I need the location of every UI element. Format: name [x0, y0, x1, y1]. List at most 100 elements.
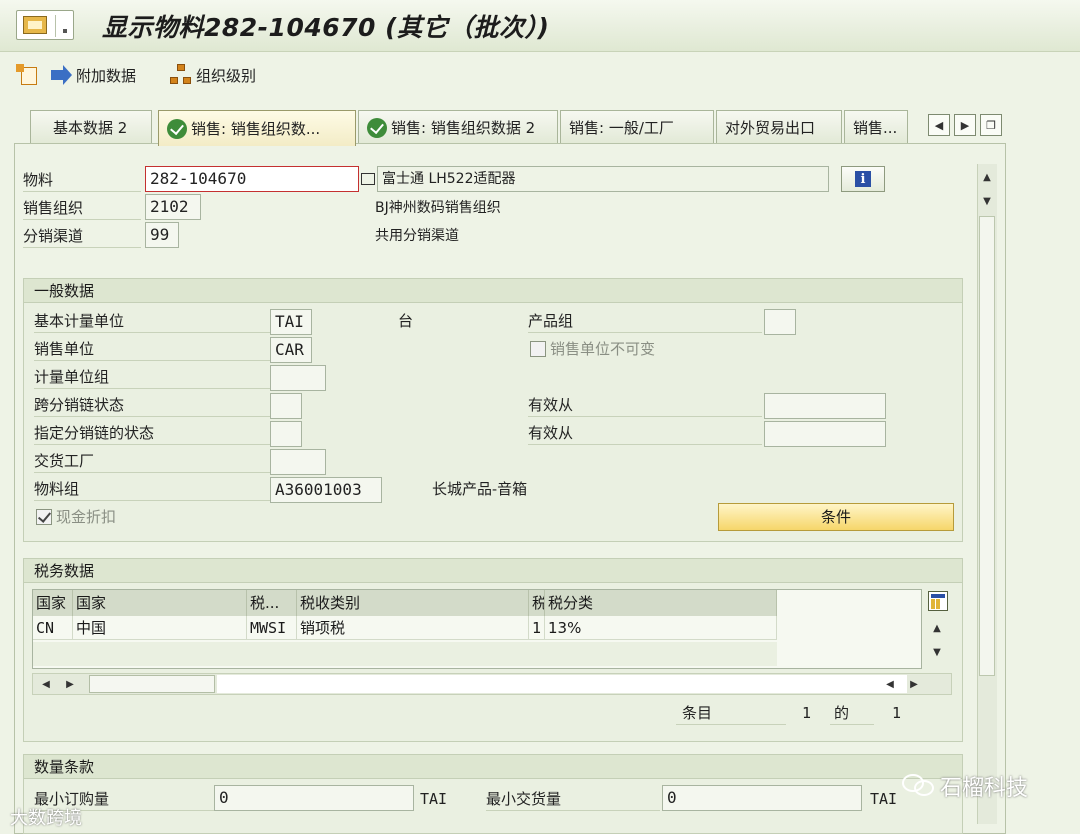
application-toolbar: 附加数据 组织级别 [0, 54, 1080, 96]
column-header[interactable]: 税... [247, 590, 297, 616]
tab-label: 对外贸易出口 [725, 119, 816, 137]
column-header[interactable]: 税 [529, 590, 545, 616]
material-field[interactable]: 282-104670 [145, 166, 359, 192]
min-delivery-label: 最小交货量 [486, 787, 660, 811]
base-uom-text: 台 [398, 312, 414, 330]
horizontal-scrollbar[interactable]: ◀ ▶ ◀ ▶ [32, 673, 952, 695]
product-group-label: 产品组 [528, 309, 762, 333]
tab-sales-general-plant[interactable]: 销售: 一般/工厂 [560, 110, 714, 144]
delivery-plant-field[interactable] [270, 449, 326, 475]
scroll-down-icon[interactable]: ▼ [928, 643, 946, 661]
tab-scroll-left-button[interactable]: ◀ [928, 114, 950, 136]
material-group-description: 长城产品-音箱 [432, 480, 528, 498]
sales-unit-field[interactable]: CAR [270, 337, 312, 363]
create-document-button[interactable] [16, 62, 44, 88]
tax-data-group: 税务数据 国家 国家 税... 税收类别 税 税分类 CN 中国 MWSI 销项… [23, 558, 963, 742]
watermark-right: 石榴科技 [940, 776, 1029, 801]
tab-sales-org-2[interactable]: 销售: 销售组织数据 2 [358, 110, 558, 144]
dist-channel-field[interactable]: 99 [145, 222, 179, 248]
x-chain-status-label: 跨分销链状态 [34, 393, 270, 417]
cash-discount-label: 现金折扣 [56, 508, 117, 526]
uom-group-label: 计量单位组 [34, 365, 270, 389]
column-header[interactable]: 国家 [33, 590, 73, 616]
delivery-plant-label: 交货工厂 [34, 449, 270, 473]
table-row[interactable]: CN 中国 MWSI 销项税 1 13% [33, 616, 777, 640]
tab-list-button[interactable]: ❐ [980, 114, 1002, 136]
tab-content-panel: 物料 282-104670 富士通 LH522适配器 i 销售组织 2102 B… [14, 143, 1006, 834]
arrow-right-icon [50, 64, 72, 86]
min-delivery-unit: TAI [870, 790, 898, 808]
uom-group-field[interactable] [270, 365, 326, 391]
sales-org-field[interactable]: 2102 [145, 194, 201, 220]
entries-label: 条目 [676, 701, 786, 725]
chain-status-label: 指定分销链的状态 [34, 421, 270, 445]
tab-basic-data-2[interactable]: 基本数据 2 [30, 110, 152, 144]
entry-current: 1 [802, 704, 812, 722]
wechat-icon [900, 770, 940, 800]
entry-total: 1 [892, 704, 902, 722]
base-uom-field[interactable]: TAI [270, 309, 312, 335]
general-data-group: 一般数据 基本计量单位 TAI 台 产品组 销售单位 CAR 销售单位不可变 计… [23, 278, 963, 542]
scroll-right-icon[interactable]: ▶ [905, 675, 923, 693]
quantity-title: 数量条款 [24, 755, 962, 779]
conditions-button[interactable]: 条件 [718, 503, 954, 531]
info-button[interactable]: i [841, 166, 885, 192]
scroll-down-icon[interactable]: ▼ [978, 192, 996, 210]
sales-unit-fixed-checkbox[interactable] [530, 341, 546, 357]
tab-list-icon: ❐ [986, 118, 996, 132]
table-cell: MWSI [247, 616, 297, 640]
material-group-label: 物料组 [34, 477, 270, 501]
additional-data-button[interactable]: 附加数据 [50, 62, 136, 88]
column-header[interactable]: 税分类 [545, 590, 777, 616]
scroll-thumb[interactable] [89, 675, 215, 693]
tab-label: 基本数据 2 [53, 119, 128, 137]
cash-discount-checkbox[interactable] [36, 509, 52, 525]
scroll-right-icon[interactable]: ▶ [61, 675, 79, 693]
org-hierarchy-icon [170, 64, 192, 86]
check-icon [367, 117, 387, 138]
dist-channel-label: 分销渠道 [23, 224, 141, 248]
min-order-unit: TAI [420, 790, 448, 808]
valid-from-2-label: 有效从 [528, 421, 762, 445]
table-row[interactable] [33, 642, 777, 666]
valid-from-2-field[interactable] [764, 421, 886, 447]
x-chain-status-field[interactable] [270, 393, 302, 419]
base-uom-label: 基本计量单位 [34, 309, 270, 333]
scroll-left-icon[interactable]: ◀ [37, 675, 55, 693]
document-icon [16, 64, 40, 86]
column-header[interactable]: 税收类别 [297, 590, 529, 616]
tab-sales-org-1[interactable]: 销售: 销售组织数... [158, 110, 356, 146]
general-data-title: 一般数据 [24, 279, 962, 303]
quantity-group: 数量条款 最小订购量 0 TAI 最小交货量 0 TAI [23, 754, 963, 834]
copy-icon[interactable] [361, 173, 375, 185]
sales-unit-label: 销售单位 [34, 337, 270, 361]
scroll-up-icon[interactable]: ▲ [928, 619, 946, 637]
vertical-scrollbar[interactable]: ▲ ▼ [977, 164, 997, 824]
scroll-left-icon[interactable]: ◀ [881, 675, 899, 693]
menu-icon[interactable] [16, 10, 74, 40]
tab-sales-more[interactable]: 销售... [844, 110, 908, 144]
min-delivery-field[interactable]: 0 [662, 785, 862, 811]
tab-label: 销售: 一般/工厂 [569, 119, 674, 137]
chain-status-field[interactable] [270, 421, 302, 447]
product-group-field[interactable] [764, 309, 796, 335]
column-header[interactable]: 国家 [73, 590, 247, 616]
tab-label: 销售: 销售组织数据 2 [391, 119, 536, 137]
tax-table: 国家 国家 税... 税收类别 税 税分类 CN 中国 MWSI 销项税 1 1… [32, 589, 922, 669]
tab-foreign-trade-export[interactable]: 对外贸易出口 [716, 110, 842, 144]
min-order-field[interactable]: 0 [214, 785, 414, 811]
tab-scroll-right-button[interactable]: ▶ [954, 114, 976, 136]
dist-channel-description: 共用分销渠道 [375, 228, 459, 244]
org-levels-button[interactable]: 组织级别 [170, 62, 256, 88]
sales-unit-fixed-label: 销售单位不可变 [550, 340, 656, 358]
valid-from-1-field[interactable] [764, 393, 886, 419]
column-settings-icon[interactable] [928, 591, 948, 611]
scroll-thumb[interactable] [979, 216, 995, 676]
sales-org-label: 销售组织 [23, 196, 141, 220]
check-icon [167, 118, 187, 139]
scroll-up-icon[interactable]: ▲ [978, 168, 996, 186]
valid-from-1-label: 有效从 [528, 393, 762, 417]
material-label: 物料 [23, 168, 141, 192]
tab-label: 销售... [853, 119, 898, 137]
material-group-field[interactable]: A36001003 [270, 477, 382, 503]
